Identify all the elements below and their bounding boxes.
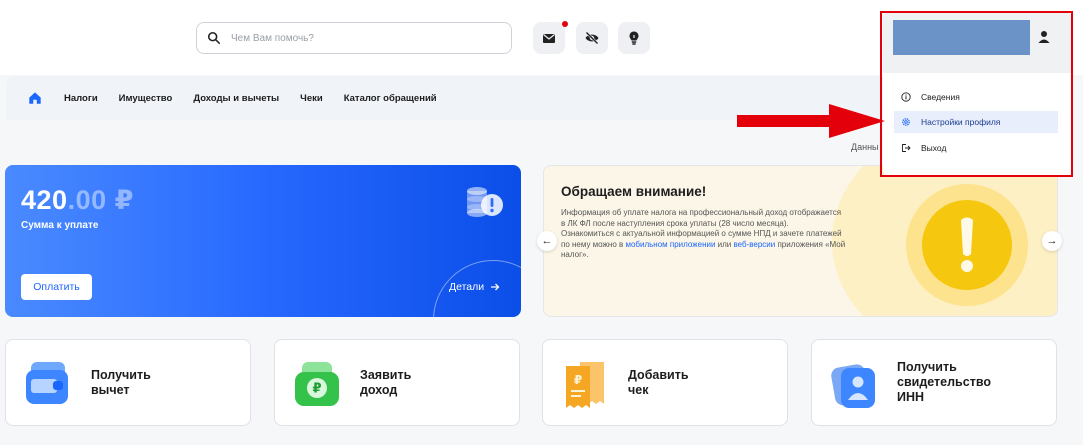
nav-item-property[interactable]: Имущество xyxy=(119,93,173,104)
declare-income-card[interactable]: ₽ Заявить доход xyxy=(274,339,520,426)
warning-icon xyxy=(922,200,1012,290)
svg-text:₽: ₽ xyxy=(574,373,582,387)
eye-off-icon xyxy=(585,31,599,45)
highlight-frame xyxy=(880,11,1073,177)
get-inn-certificate-label: Получить свидетельство ИНН xyxy=(897,360,991,404)
wallet-icon xyxy=(26,362,68,404)
messages-button[interactable] xyxy=(533,21,568,54)
truncated-data-link[interactable]: Данны xyxy=(851,142,879,152)
mail-icon xyxy=(543,34,555,43)
search-input[interactable]: Чем Вам помочь? xyxy=(196,22,512,54)
nav-item-receipts[interactable]: Чеки xyxy=(300,93,323,104)
details-link[interactable]: Детали xyxy=(449,281,500,293)
pay-button[interactable]: Оплатить xyxy=(21,274,92,300)
arrow-right-icon xyxy=(491,283,500,291)
nav-item-appeals-catalog[interactable]: Каталог обращений xyxy=(344,93,437,104)
search-placeholder: Чем Вам помочь? xyxy=(231,32,314,44)
id-card-icon xyxy=(831,364,875,408)
amount-due-label: Сумма к уплате xyxy=(21,220,99,231)
ruble-wallet-icon: ₽ xyxy=(295,362,339,406)
receipt-icon: ₽ xyxy=(566,362,604,408)
search-icon xyxy=(207,31,221,45)
get-deduction-label: Получить вычет xyxy=(91,368,151,397)
tips-button[interactable] xyxy=(618,22,650,54)
hide-amounts-button[interactable] xyxy=(576,22,608,54)
notice-title: Обращаем внимание! xyxy=(561,184,707,199)
red-pointer-arrow-icon xyxy=(737,104,885,138)
nav-item-income-deductions[interactable]: Доходы и вычеты xyxy=(193,93,279,104)
lightbulb-icon xyxy=(629,31,639,45)
arrow-left-icon: ← xyxy=(541,235,553,247)
notice-card: Обращаем внимание! Информация об уплате … xyxy=(543,165,1058,317)
declare-income-label: Заявить доход xyxy=(360,368,412,397)
add-receipt-card[interactable]: ₽ Добавить чек xyxy=(542,339,788,426)
notification-dot xyxy=(562,21,568,27)
balance-card: 420.00 ₽ Сумма к уплате Оплатить Детали xyxy=(5,165,521,317)
nav-item-taxes[interactable]: Налоги xyxy=(64,93,98,104)
web-version-link[interactable]: веб-версии xyxy=(733,240,775,249)
amount-due: 420.00 ₽ xyxy=(21,185,134,215)
add-receipt-label: Добавить чек xyxy=(628,368,689,397)
carousel-next-button[interactable]: → xyxy=(1042,231,1062,251)
coins-alert-icon xyxy=(467,187,503,217)
notice-body: Информация об уплате налога на профессио… xyxy=(561,208,846,259)
mobile-app-link[interactable]: мобильном приложении xyxy=(625,240,715,249)
get-deduction-card[interactable]: Получить вычет xyxy=(5,339,251,426)
svg-text:₽: ₽ xyxy=(312,382,321,397)
carousel-prev-button[interactable]: ← xyxy=(537,231,557,251)
get-inn-certificate-card[interactable]: Получить свидетельство ИНН xyxy=(811,339,1057,426)
home-icon[interactable] xyxy=(28,91,42,105)
arrow-right-icon: → xyxy=(1046,235,1058,247)
